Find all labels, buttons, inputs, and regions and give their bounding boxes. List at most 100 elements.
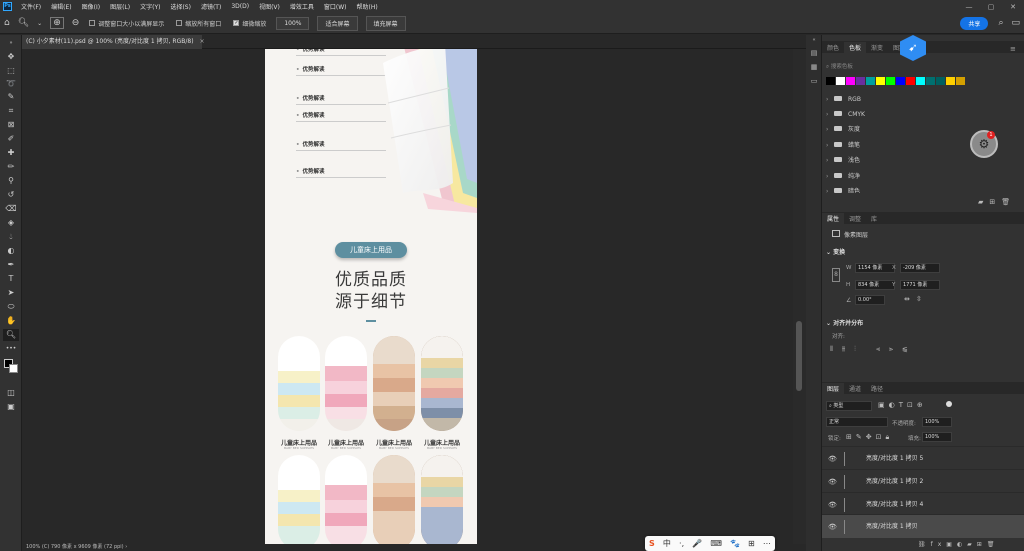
swatch[interactable] [956,77,965,85]
width-field[interactable]: 1154 像素 [855,263,895,273]
opacity-field[interactable]: 100% [922,417,952,427]
menu-window[interactable]: 窗口(W) [319,2,352,11]
swatch[interactable] [896,77,905,85]
tab-layers[interactable]: 图层 [822,383,845,394]
fit-screen-button[interactable]: 适合屏幕 [317,15,358,31]
frame-tool-icon[interactable]: ⊠ [3,119,19,131]
zoom-all-windows-checkbox[interactable]: 缩放所有窗口 [176,19,221,28]
canvas-vertical-scrollbar[interactable] [793,49,806,544]
fill-field[interactable]: 100% [922,432,952,442]
close-tab-icon[interactable]: × [199,38,204,45]
fill-screen-button[interactable]: 填充屏幕 [365,15,406,31]
menu-file[interactable]: 文件(F) [16,2,46,11]
blur-tool-icon[interactable]: 💧︎ [3,231,19,243]
lock-icons[interactable]: ⊞✎✥⊡🔒︎ [846,433,893,442]
swatch-folder-pure[interactable]: › 纯净 [826,170,1016,184]
link-dimensions-icon[interactable]: 8 [832,268,840,282]
tab-swatches[interactable]: 色板 [844,42,867,53]
flip-buttons[interactable]: ⇹⇳ [904,295,928,303]
layer-row-selected[interactable]: 👁︎ 亮度/对比度 1 拷贝 [822,514,1024,538]
tab-color[interactable]: 颜色 [822,42,844,53]
screen-mode-icon[interactable]: ▣ [3,401,19,413]
collapse-icon[interactable]: « [809,37,819,46]
ime-logo-icon[interactable]: S [649,539,655,548]
brush-tool-icon[interactable]: ✏ [3,161,19,173]
swatch[interactable] [836,77,845,85]
share-button[interactable]: 共享 [960,16,989,30]
eyedropper-tool-icon[interactable]: ✐ [3,133,19,145]
search-icon[interactable]: ⌕ [998,18,1003,28]
tab-properties[interactable]: 属性 [822,213,845,224]
layer-filter-icons[interactable]: ▣◐T⊡⊕ [878,401,927,409]
zoom-in-icon[interactable]: ⊕ [50,17,64,29]
document-tab[interactable]: (C) 小夕素材(11).psd @ 100% (亮度/对比度 1 拷贝, RG… [22,35,205,49]
menu-type[interactable]: 文字(Y) [135,2,165,11]
x-field[interactable]: -209 像素 [900,263,940,273]
hand-tool-icon[interactable]: ✋ [3,315,19,327]
chevron-down-icon[interactable]: ⌄ [37,20,42,27]
clone-stamp-tool-icon[interactable]: ⚲ [3,175,19,187]
menu-select[interactable]: 选择(S) [165,2,196,11]
marquee-tool-icon[interactable]: ⬚ [3,65,19,77]
swatch[interactable] [856,77,865,85]
toolbox-icon[interactable]: ⊞ [748,539,755,548]
eye-icon[interactable]: 👁︎ [828,470,837,494]
eye-icon[interactable]: 👁︎ [828,515,837,539]
swatch[interactable] [866,77,875,85]
layer-row[interactable]: 👁︎ 亮度/对比度 1 拷贝 5 [822,446,1024,470]
tab-libraries[interactable]: 库 [866,213,882,224]
height-field[interactable]: 834 像素 [855,280,895,290]
swatch-search-field[interactable]: ⌕ 搜索色板 [826,62,1020,72]
menu-image[interactable]: 图像(I) [77,2,105,11]
layer-row[interactable]: 👁︎ 亮度/对比度 1 拷贝 2 [822,469,1024,493]
swatch-folder-dark[interactable]: › 暗色 [826,185,1016,193]
paint-bucket-tool-icon[interactable]: ◈ [3,217,19,229]
eye-icon[interactable]: 👁︎ [828,447,837,471]
menu-filter[interactable]: 滤镜(T) [196,2,226,11]
scrubby-zoom-checkbox[interactable]: ✓ 细微缩放 [233,19,266,28]
quick-mask-icon[interactable]: ◫ [3,387,19,399]
transform-section-title[interactable]: ⌄ 变换 [826,247,845,256]
comments-panel-icon[interactable]: ▭ [809,77,819,86]
skin-icon[interactable]: 🐾 [730,539,740,548]
history-brush-tool-icon[interactable]: ↺ [3,189,19,201]
swatch[interactable] [906,77,915,85]
angle-field[interactable]: 0.00° [855,295,885,305]
tab-paths[interactable]: 路径 [866,383,888,394]
healing-brush-tool-icon[interactable]: ✚ [3,147,19,159]
lasso-tool-icon[interactable]: ➰ [3,78,19,90]
zoom-tool-icon[interactable]: 🔍︎ [3,329,19,341]
blend-mode-select[interactable]: 正常 [826,417,888,427]
swatch[interactable] [946,77,955,85]
menu-help[interactable]: 帮助(H) [352,2,383,11]
panel-menu-icon[interactable]: ≡ [1010,45,1016,53]
menu-view[interactable]: 视图(V) [254,2,285,11]
menu-layer[interactable]: 图层(L) [105,2,135,11]
swatch[interactable] [926,77,935,85]
swatch[interactable] [936,77,945,85]
shape-tool-icon[interactable]: ⬭ [3,301,19,313]
canvas-area[interactable]: 优势解读 优势解读 优势解读 优势解读 优势解读 优势解读 儿童床上用品 优质品… [22,49,793,544]
microphone-icon[interactable]: 🎤 [692,539,702,548]
resize-windows-checkbox[interactable]: 调整窗口大小以满屏显示 [89,19,164,28]
menu-plugins[interactable]: 增效工具 [285,2,319,11]
y-field[interactable]: 1771 像素 [900,280,940,290]
swatch-folder-rgb[interactable]: › RGB [826,93,1016,107]
pen-tool-icon[interactable]: ✒ [3,259,19,271]
collapse-icon[interactable]: » [3,37,19,49]
zoom-tool-icon[interactable]: 🔍︎ [18,18,29,28]
menu-edit[interactable]: 编辑(E) [46,2,76,11]
history-panel-icon[interactable]: ▤ [809,49,819,58]
quick-select-tool-icon[interactable]: ✎ [3,91,19,103]
tab-adjustments[interactable]: 调整 [844,213,866,224]
swatch-panel-footer-icons[interactable]: ▰⊞🗑 [978,198,1016,206]
move-tool-icon[interactable]: ✥ [3,51,19,63]
align-section-title[interactable]: ⌄ 对齐并分布 [826,318,863,327]
ime-punctuation[interactable]: ·, [679,539,684,548]
more-icon[interactable]: ⋯ [763,539,771,548]
layer-filter-select[interactable]: ⌕ 类型 [826,401,872,411]
filter-toggle-icon[interactable] [946,401,952,407]
swatch[interactable] [876,77,885,85]
tab-gradients[interactable]: 渐变 [866,42,888,53]
home-icon[interactable]: ⌂ [4,18,10,28]
